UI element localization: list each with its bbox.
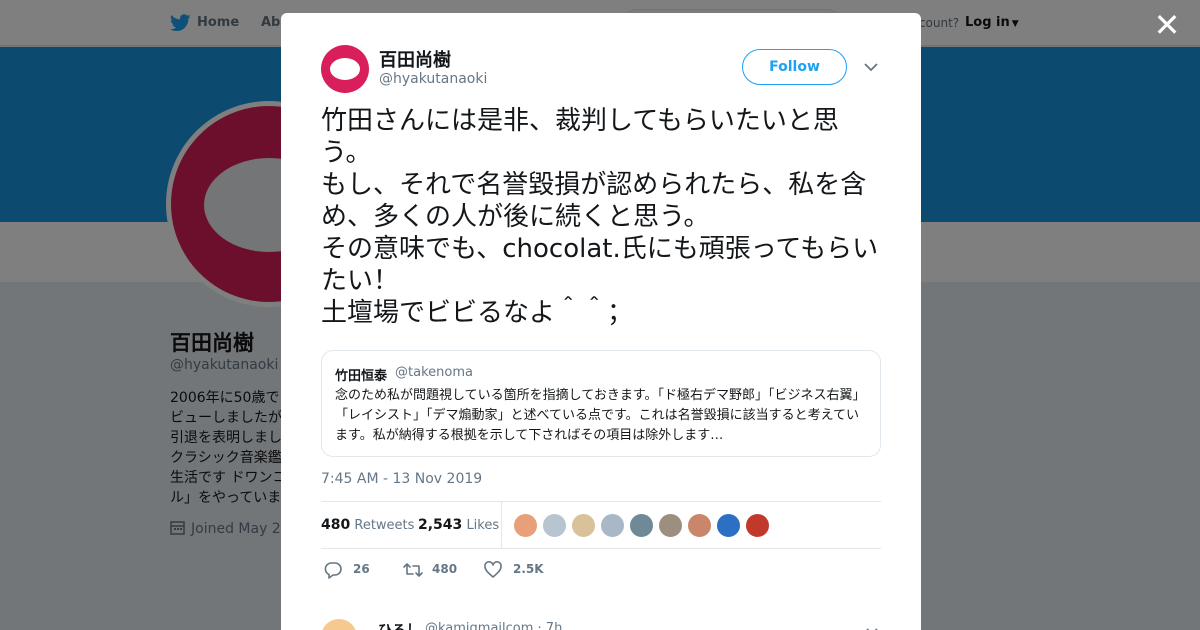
retweet-count: 480 xyxy=(432,562,458,576)
retweet-icon xyxy=(403,563,423,577)
reply-icon xyxy=(324,562,342,579)
heart-icon xyxy=(484,561,502,578)
quoted-author-handle: @takenoma xyxy=(395,365,473,380)
liker-avatar[interactable] xyxy=(513,513,538,538)
likes-label: Likes xyxy=(466,518,500,533)
liker-avatar[interactable] xyxy=(542,513,567,538)
liker-avatar[interactable] xyxy=(716,513,741,538)
reply-preview[interactable]: ひろし @kamiqmailcom · 7h xyxy=(321,611,881,630)
liker-avatar[interactable] xyxy=(629,513,654,538)
quoted-text: 念のため私が問題視している箇所を指摘しておきます。「ド極右デマ野郎」「ビジネス右… xyxy=(335,388,866,443)
reply-count: 26 xyxy=(353,562,370,576)
reply-author-name[interactable]: ひろし xyxy=(378,620,420,630)
likes-count: 2,543 xyxy=(418,517,463,533)
tweet-actions: 26 480 2.5K xyxy=(321,558,881,582)
reply-avatar[interactable] xyxy=(321,619,357,630)
reply-author-handle[interactable]: @kamiqmailcom · 7h xyxy=(425,621,562,630)
retweets-stat[interactable]: 480 Retweets xyxy=(321,517,414,533)
retweets-label: Retweets xyxy=(354,518,415,533)
follow-button[interactable]: Follow xyxy=(742,49,847,85)
quoted-author-name: 竹田恒泰 xyxy=(335,369,388,384)
author-handle[interactable]: @hyakutanaoki xyxy=(379,71,487,87)
chevron-down-icon[interactable] xyxy=(863,61,879,73)
stats-divider xyxy=(501,502,502,549)
tweet-stats: 480 Retweets 2,543 Likes xyxy=(321,501,881,549)
tweet-modal: 百田尚樹 @hyakutanaoki Follow 竹田さんには是非、裁判しても… xyxy=(281,13,921,630)
tweet-text: 竹田さんには是非、裁判してもらいたいと思う。 もし、それで名誉毀損が認められたら… xyxy=(321,106,879,328)
author-name[interactable]: 百田尚樹 xyxy=(379,46,451,72)
author-avatar[interactable] xyxy=(321,45,369,93)
retweets-count: 480 xyxy=(321,517,351,533)
close-icon[interactable]: ✕ xyxy=(1152,9,1182,41)
liker-avatar[interactable] xyxy=(687,513,712,538)
like-count: 2.5K xyxy=(513,562,544,576)
likes-stat[interactable]: 2,543 Likes xyxy=(418,517,499,533)
quoted-tweet[interactable]: 竹田恒泰 @takenoma 念のため私が問題視している箇所を指摘しておきます。… xyxy=(321,350,881,457)
tweet-timestamp[interactable]: 7:45 AM - 13 Nov 2019 xyxy=(321,471,482,487)
liker-avatar[interactable] xyxy=(600,513,625,538)
liker-avatar[interactable] xyxy=(571,513,596,538)
liker-avatar[interactable] xyxy=(658,513,683,538)
liker-avatar[interactable] xyxy=(745,513,770,538)
